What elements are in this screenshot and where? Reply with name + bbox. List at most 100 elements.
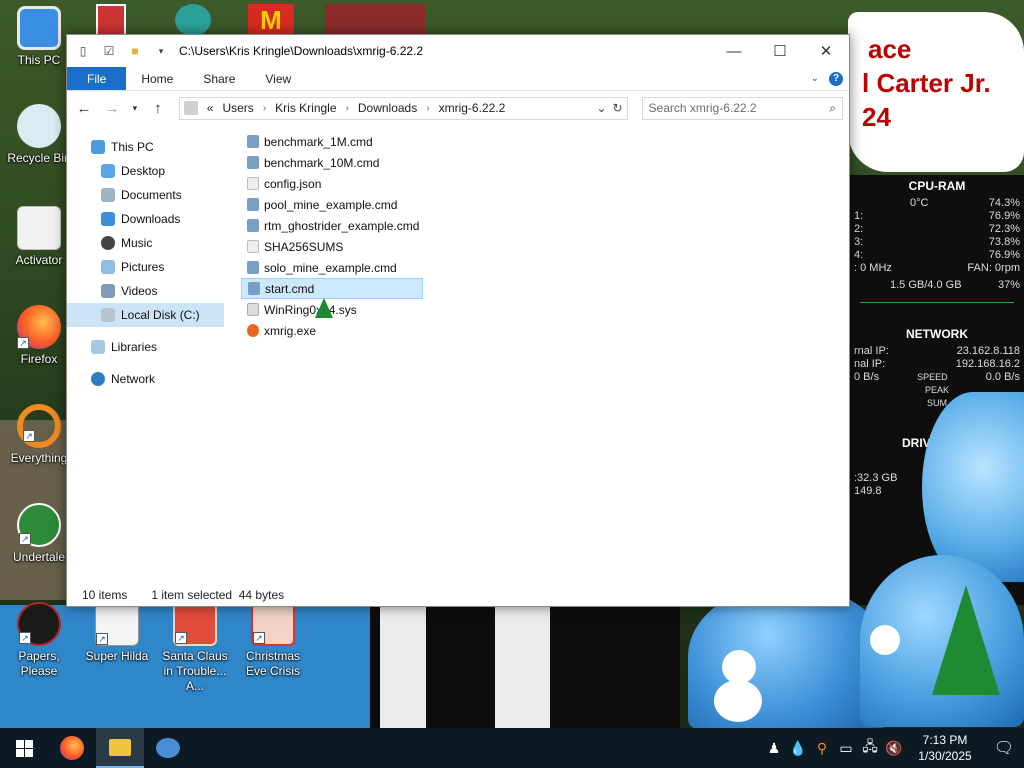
nav-item-this-pc[interactable]: This PC bbox=[67, 135, 224, 159]
breadcrumb-current[interactable]: xmrig-6.22.2 bbox=[439, 101, 506, 115]
file-item[interactable]: xmrig.exe bbox=[241, 320, 423, 341]
desktop-icon-santa-claus[interactable]: ↗ Santa Claus in Trouble... A... bbox=[156, 602, 234, 694]
nav-item-desktop[interactable]: Desktop bbox=[67, 159, 224, 183]
cmd-file-icon bbox=[247, 135, 259, 148]
search-input[interactable]: Search xmrig-6.22.2 ⌕ bbox=[641, 96, 843, 120]
nav-item-local-disk[interactable]: Local Disk (C:) bbox=[67, 303, 224, 327]
nav-item-music[interactable]: Music bbox=[67, 231, 224, 255]
banner-line-2: l Carter Jr. bbox=[862, 68, 991, 98]
mcdonalds-icon[interactable]: M bbox=[248, 4, 294, 36]
chevron-right-icon[interactable]: › bbox=[263, 103, 266, 114]
address-controls: ⌄ ↻ bbox=[596, 101, 622, 115]
volume-muted-icon[interactable]: 🔇 bbox=[882, 728, 906, 768]
file-explorer-window[interactable]: ▯ ☑ ■ ▾ C:\Users\Kris Kringle\Downloads\… bbox=[66, 34, 850, 607]
quick-access-dropdown-icon[interactable]: ▾ bbox=[151, 41, 171, 61]
navigation-pane: This PC Desktop Documents Downloads Musi… bbox=[67, 135, 224, 391]
wallpaper-banner: ace l Carter Jr. 24 bbox=[848, 12, 1024, 172]
everything-icon: ↗ bbox=[17, 404, 61, 448]
taskbar: ♟ 💧 ⚲ ▭ 🖧 🔇 7:13 PM 1/30/2025 🗨 bbox=[0, 728, 1024, 768]
notification-icon[interactable]: 🗨 bbox=[984, 738, 1024, 758]
clock[interactable]: 7:13 PM 1/30/2025 bbox=[906, 732, 984, 764]
help-icon[interactable]: ? bbox=[829, 71, 843, 86]
tray-window-icon[interactable]: ▭ bbox=[834, 728, 858, 768]
file-item[interactable]: pool_mine_example.cmd bbox=[241, 194, 423, 215]
breadcrumb-downloads[interactable]: Downloads bbox=[358, 101, 417, 115]
tab-file[interactable]: File bbox=[67, 67, 127, 90]
start-button[interactable] bbox=[0, 728, 48, 768]
selected-size: 44 bytes bbox=[238, 588, 285, 602]
file-name: SHA256SUMS bbox=[264, 239, 344, 254]
internal-ip-label: nal IP: bbox=[854, 358, 886, 370]
address-bar[interactable]: « Users › Kris Kringle › Downloads › xmr… bbox=[178, 96, 628, 120]
expand-ribbon-icon[interactable]: ⌄ bbox=[811, 73, 819, 84]
music-folder-icon bbox=[101, 236, 115, 250]
file-item-selected[interactable]: start.cmd bbox=[241, 278, 423, 299]
properties-icon[interactable]: ☑ bbox=[99, 41, 119, 61]
title-bar[interactable]: ▯ ☑ ■ ▾ C:\Users\Kris Kringle\Downloads\… bbox=[67, 35, 849, 67]
file-item[interactable]: solo_mine_example.cmd bbox=[241, 257, 423, 278]
file-item[interactable]: benchmark_10M.cmd bbox=[241, 152, 423, 173]
partial-app-icon[interactable] bbox=[175, 4, 211, 36]
banner-line-1: ace bbox=[868, 34, 912, 64]
taskbar-firefox[interactable] bbox=[48, 728, 96, 768]
recent-locations-icon[interactable]: ▾ bbox=[129, 97, 141, 119]
desktop-icon-super-hilda[interactable]: ↗ Super Hilda bbox=[78, 602, 156, 664]
nav-item-label: Pictures bbox=[121, 260, 165, 274]
snowman-icon bbox=[870, 625, 900, 655]
banner-line-3: 24 bbox=[862, 102, 891, 132]
file-item[interactable]: benchmark_1M.cmd bbox=[241, 131, 423, 152]
partial-app-icon[interactable] bbox=[96, 4, 126, 36]
file-name: start.cmd bbox=[265, 281, 315, 296]
nav-item-label: Videos bbox=[121, 284, 158, 298]
nav-item-libraries[interactable]: Libraries bbox=[67, 335, 224, 359]
minimize-button[interactable]: — bbox=[711, 35, 757, 67]
file-item[interactable]: SHA256SUMS bbox=[241, 236, 423, 257]
address-overflow[interactable]: « bbox=[207, 101, 214, 115]
file-name: benchmark_1M.cmd bbox=[264, 134, 373, 149]
nav-item-documents[interactable]: Documents bbox=[67, 183, 224, 207]
breadcrumb-user[interactable]: Kris Kringle bbox=[275, 101, 336, 115]
desktop-icon-christmas-eve-crisis[interactable]: ↗ Christmas Eve Crisis bbox=[234, 602, 312, 679]
ribbon-controls: ⌄ ? bbox=[811, 67, 849, 90]
maximize-button[interactable]: ☐ bbox=[757, 35, 803, 67]
tray-droplet-icon[interactable]: 💧 bbox=[786, 728, 810, 768]
nav-item-downloads[interactable]: Downloads bbox=[67, 207, 224, 231]
taskbar-file-explorer[interactable] bbox=[96, 728, 144, 768]
tray-app-icon[interactable]: ♟ bbox=[762, 728, 786, 768]
desktop-icon-label: Activator bbox=[15, 253, 63, 267]
desktop-icon-label: Firefox bbox=[20, 352, 58, 366]
nav-item-pictures[interactable]: Pictures bbox=[67, 255, 224, 279]
file-name: config.json bbox=[264, 176, 322, 191]
up-arrow-icon[interactable]: ↑ bbox=[147, 97, 169, 119]
nav-item-network[interactable]: Network bbox=[67, 367, 224, 391]
partial-app-icon[interactable] bbox=[325, 4, 425, 36]
tab-share[interactable]: Share bbox=[188, 67, 250, 90]
refresh-icon[interactable]: ↻ bbox=[612, 101, 622, 115]
back-arrow-icon[interactable]: ← bbox=[73, 97, 95, 119]
address-dropdown-icon[interactable]: ⌄ bbox=[596, 101, 606, 115]
breadcrumb-users[interactable]: Users bbox=[222, 101, 253, 115]
file-name: solo_mine_example.cmd bbox=[264, 260, 397, 275]
chevron-right-icon[interactable]: › bbox=[426, 103, 429, 114]
shortcut-arrow-icon: ↗ bbox=[19, 533, 31, 545]
shortcut-arrow-icon: ↗ bbox=[23, 430, 35, 442]
network-status-icon[interactable]: 🖧 bbox=[858, 728, 882, 768]
new-folder-icon[interactable]: ■ bbox=[125, 41, 145, 61]
desktop-icon-papers-please[interactable]: ↗ Papers, Please bbox=[0, 602, 78, 679]
selected-count: 1 item selected bbox=[151, 588, 233, 602]
file-item[interactable]: config.json bbox=[241, 173, 423, 194]
file-item[interactable]: rtm_ghostrider_example.cmd bbox=[241, 215, 423, 236]
ram-percent: 37% bbox=[997, 279, 1020, 291]
pictures-folder-icon bbox=[101, 260, 115, 274]
tab-home[interactable]: Home bbox=[126, 67, 188, 90]
nav-item-videos[interactable]: Videos bbox=[67, 279, 224, 303]
close-button[interactable]: ✕ bbox=[803, 35, 849, 67]
tray-search-icon[interactable]: ⚲ bbox=[810, 728, 834, 768]
chevron-right-icon[interactable]: › bbox=[346, 103, 349, 114]
search-icon[interactable]: ⌕ bbox=[829, 101, 836, 116]
app-icon[interactable]: ▯ bbox=[73, 41, 93, 61]
core-value: 76.9% bbox=[988, 210, 1020, 222]
tab-view[interactable]: View bbox=[250, 67, 306, 90]
forward-arrow-icon[interactable]: → bbox=[101, 97, 123, 119]
taskbar-people[interactable] bbox=[144, 728, 192, 768]
